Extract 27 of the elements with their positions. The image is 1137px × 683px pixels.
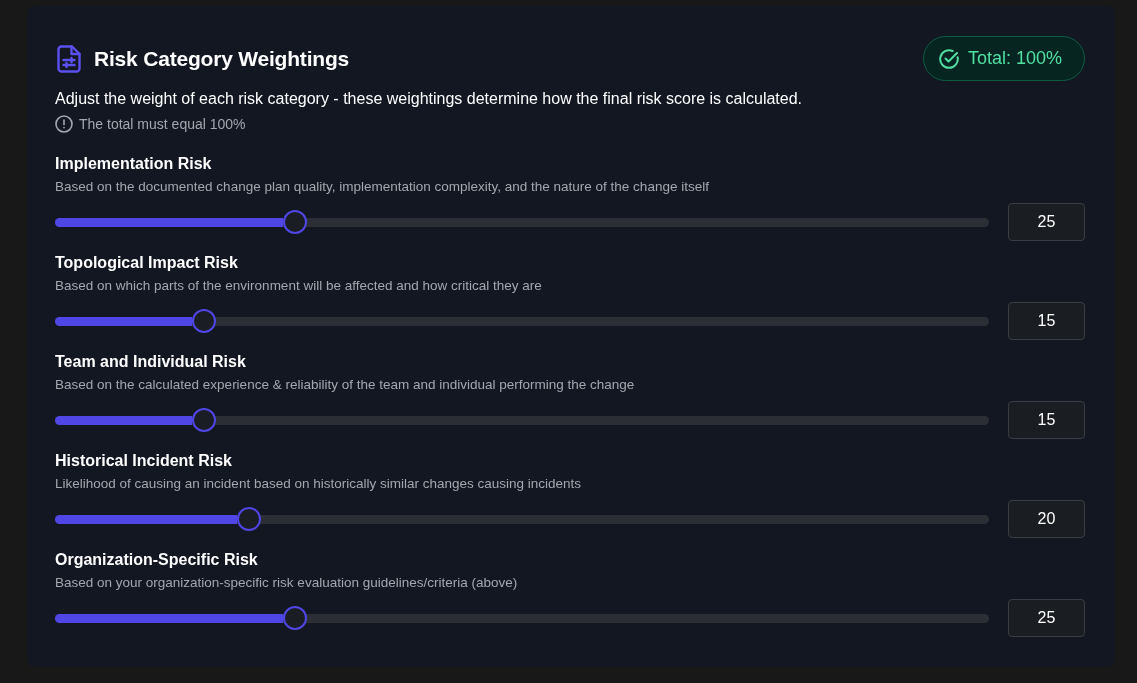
category-title: Implementation Risk (55, 154, 213, 174)
category-title: Historical Incident Risk (55, 451, 233, 471)
alert-circle-icon (55, 115, 73, 133)
slider-handle[interactable] (282, 606, 307, 630)
slider-handle[interactable] (191, 408, 216, 432)
check-circle-icon (938, 48, 959, 69)
weight-input[interactable]: 15 (1008, 401, 1085, 439)
slider-handle[interactable] (191, 309, 216, 333)
card-description: Adjust the weight of each risk category - these weightings determine how the final risk score is calculated. (55, 89, 804, 109)
category-description: Based on the documented change plan quality, implementation complexity, and the nature of the change itself (55, 178, 710, 196)
weight-input[interactable]: 20 (1008, 500, 1085, 538)
card-title: Risk Category Weightings (94, 46, 350, 71)
category-title: Topological Impact Risk (55, 253, 239, 273)
slider-handle[interactable] (282, 210, 307, 234)
weight-input[interactable]: 25 (1008, 203, 1085, 241)
category-description: Based on the calculated experience & reliability of the team and individual performing the change (55, 376, 636, 394)
category-title: Team and Individual Risk (55, 352, 247, 372)
slider-handle[interactable] (237, 507, 261, 531)
weight-input[interactable]: 15 (1008, 302, 1085, 340)
total-label: Total: 100% (967, 48, 1062, 69)
category-description: Based on your organization-specific risk evaluation guidelines/criteria (above) (55, 574, 519, 592)
document-sliders-icon (57, 44, 81, 73)
category-description: Based on which parts of the environment will be affected and how critical they are (55, 277, 543, 295)
weight-input[interactable]: 25 (1008, 599, 1085, 637)
category-description: Likelihood of causing an incident based on historically similar changes causing incidents (55, 475, 583, 493)
category-title: Organization-Specific Risk (55, 550, 259, 570)
total-note: The total must equal 100% (79, 116, 246, 132)
